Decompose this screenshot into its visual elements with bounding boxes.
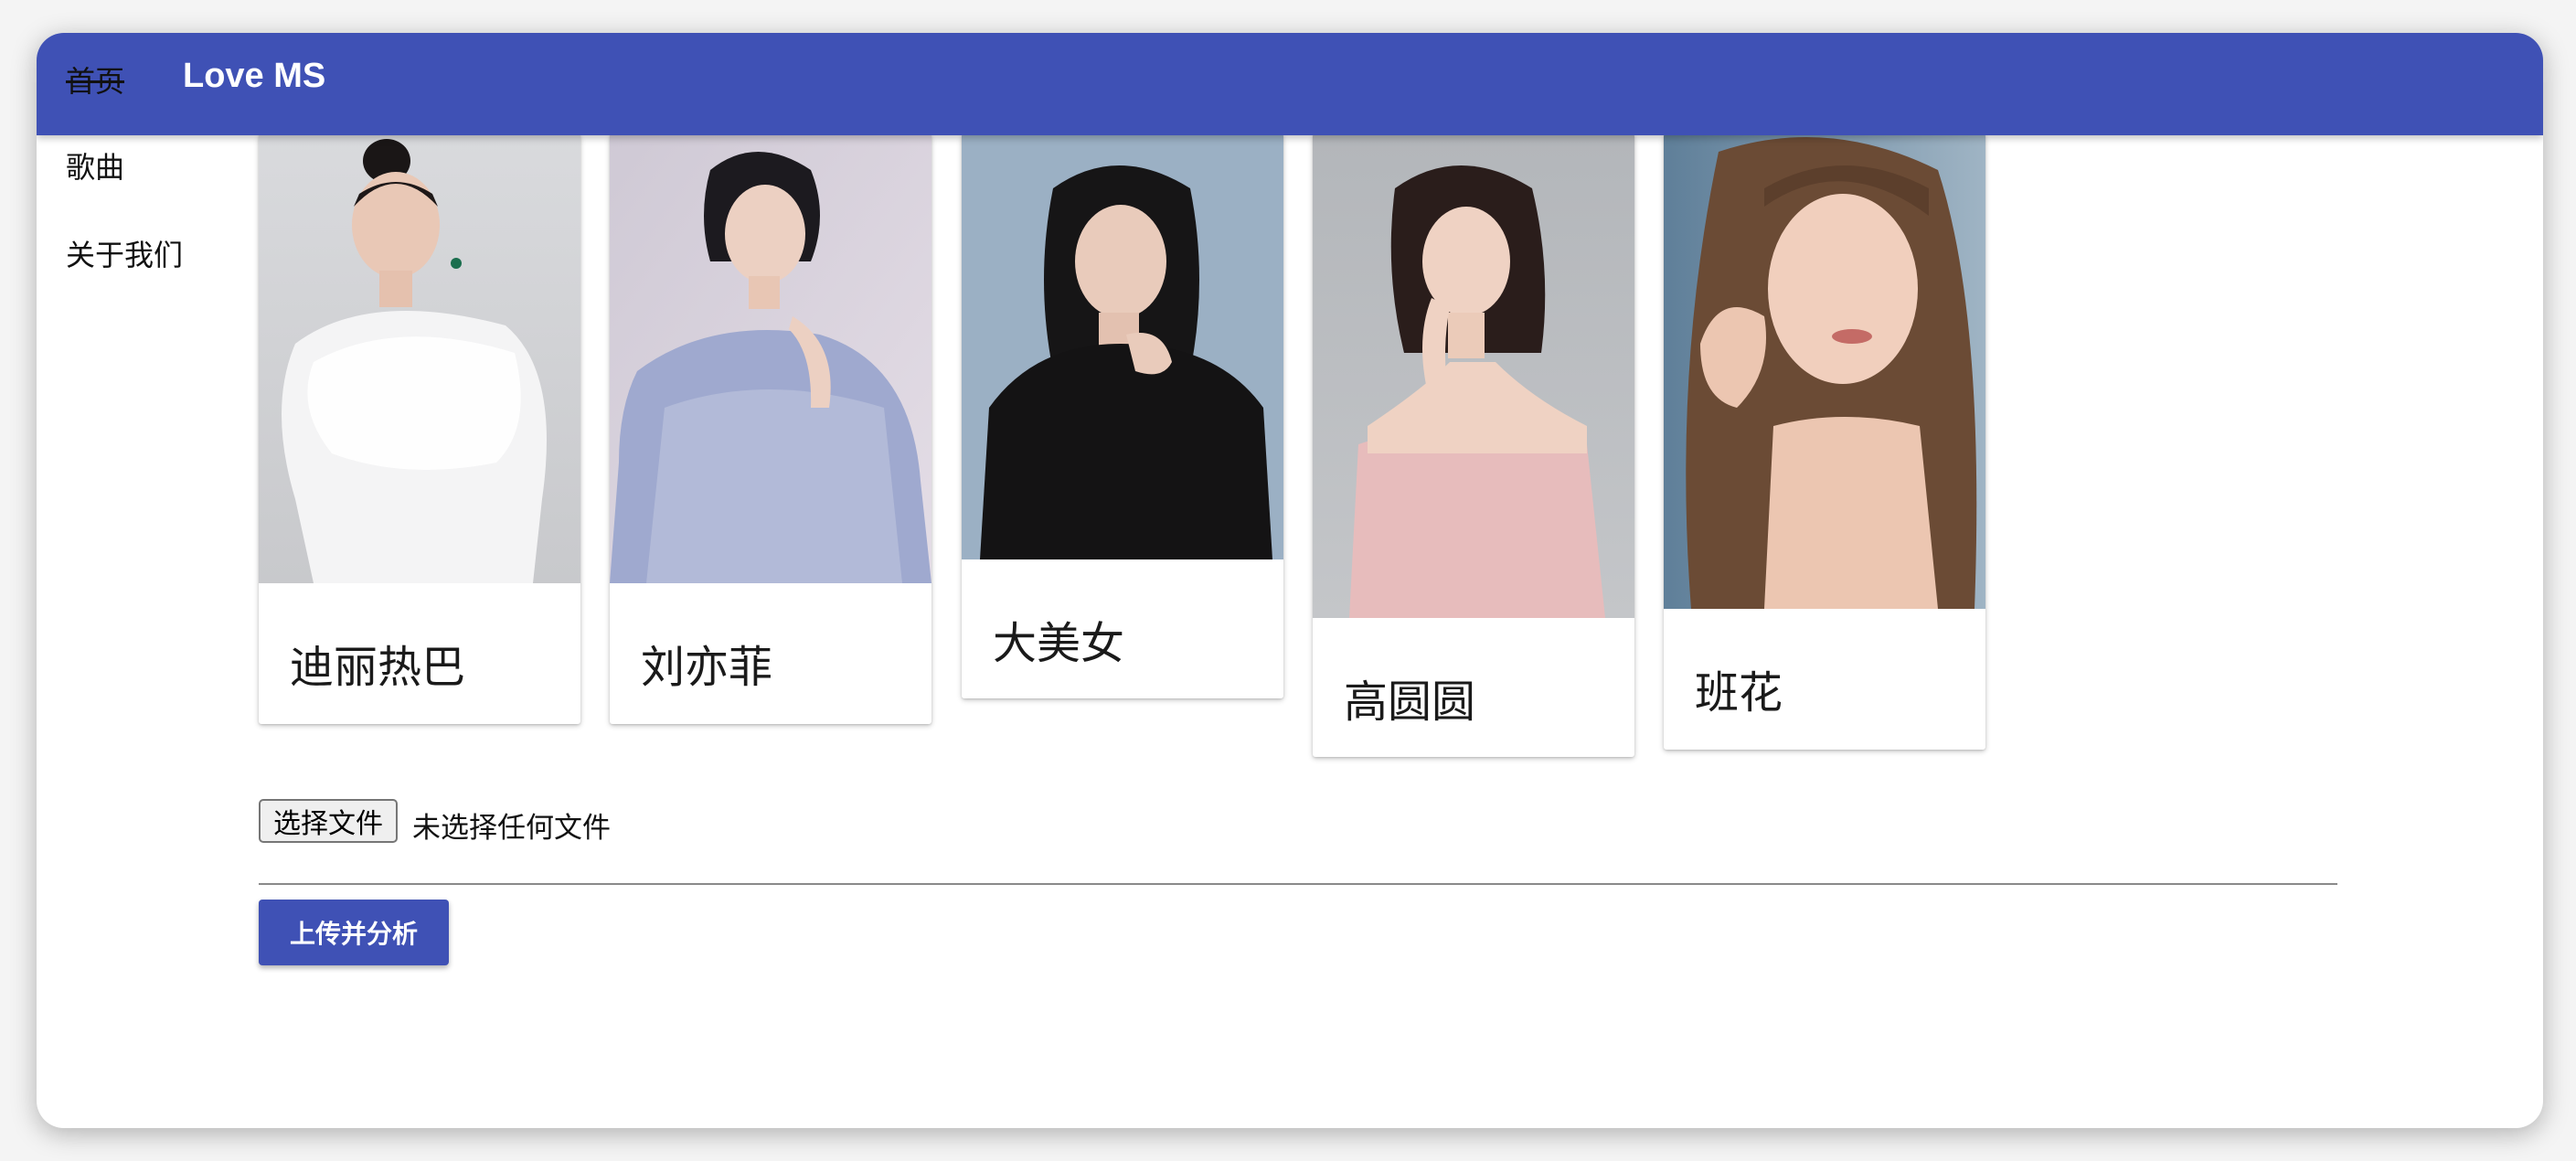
card-title: 高圆圆 bbox=[1344, 676, 1476, 728]
sidebar-item-about[interactable]: 关于我们 bbox=[66, 232, 183, 274]
profile-photo bbox=[1664, 133, 1985, 609]
card-title: 班花 bbox=[1695, 667, 1783, 719]
upload-analyze-button[interactable]: 上传并分析 bbox=[259, 900, 449, 965]
file-input-field: 选择文件 未选择任何文件 bbox=[259, 799, 2337, 885]
choose-file-button[interactable]: 选择文件 bbox=[259, 799, 398, 843]
card-title: 刘亦菲 bbox=[641, 642, 773, 693]
profile-card[interactable]: 大美女 bbox=[962, 133, 1283, 698]
profile-card[interactable]: 刘亦菲 bbox=[610, 133, 931, 724]
file-status-text: 未选择任何文件 bbox=[412, 812, 611, 845]
profile-card[interactable]: 班花 bbox=[1664, 133, 1985, 750]
profile-photo bbox=[259, 133, 580, 583]
profile-photo bbox=[1313, 133, 1634, 618]
profile-photo bbox=[962, 133, 1283, 559]
profile-card[interactable]: 迪丽热巴 bbox=[259, 133, 580, 724]
card-title: 大美女 bbox=[993, 618, 1125, 669]
card-title: 迪丽热巴 bbox=[290, 642, 466, 693]
sidebar-item-songs[interactable]: 歌曲 bbox=[66, 144, 124, 186]
app-window: Love MS 首页 歌曲 关于我们 迪丽热巴 刘亦菲 大美女 高圆圆 班花 选… bbox=[37, 33, 2543, 1128]
top-app-bar: Love MS bbox=[37, 33, 2543, 135]
profile-card[interactable]: 高圆圆 bbox=[1313, 133, 1634, 757]
app-title: Love MS bbox=[183, 57, 326, 95]
sidebar-item-home[interactable]: 首页 bbox=[66, 59, 124, 101]
profile-photo bbox=[610, 133, 931, 583]
